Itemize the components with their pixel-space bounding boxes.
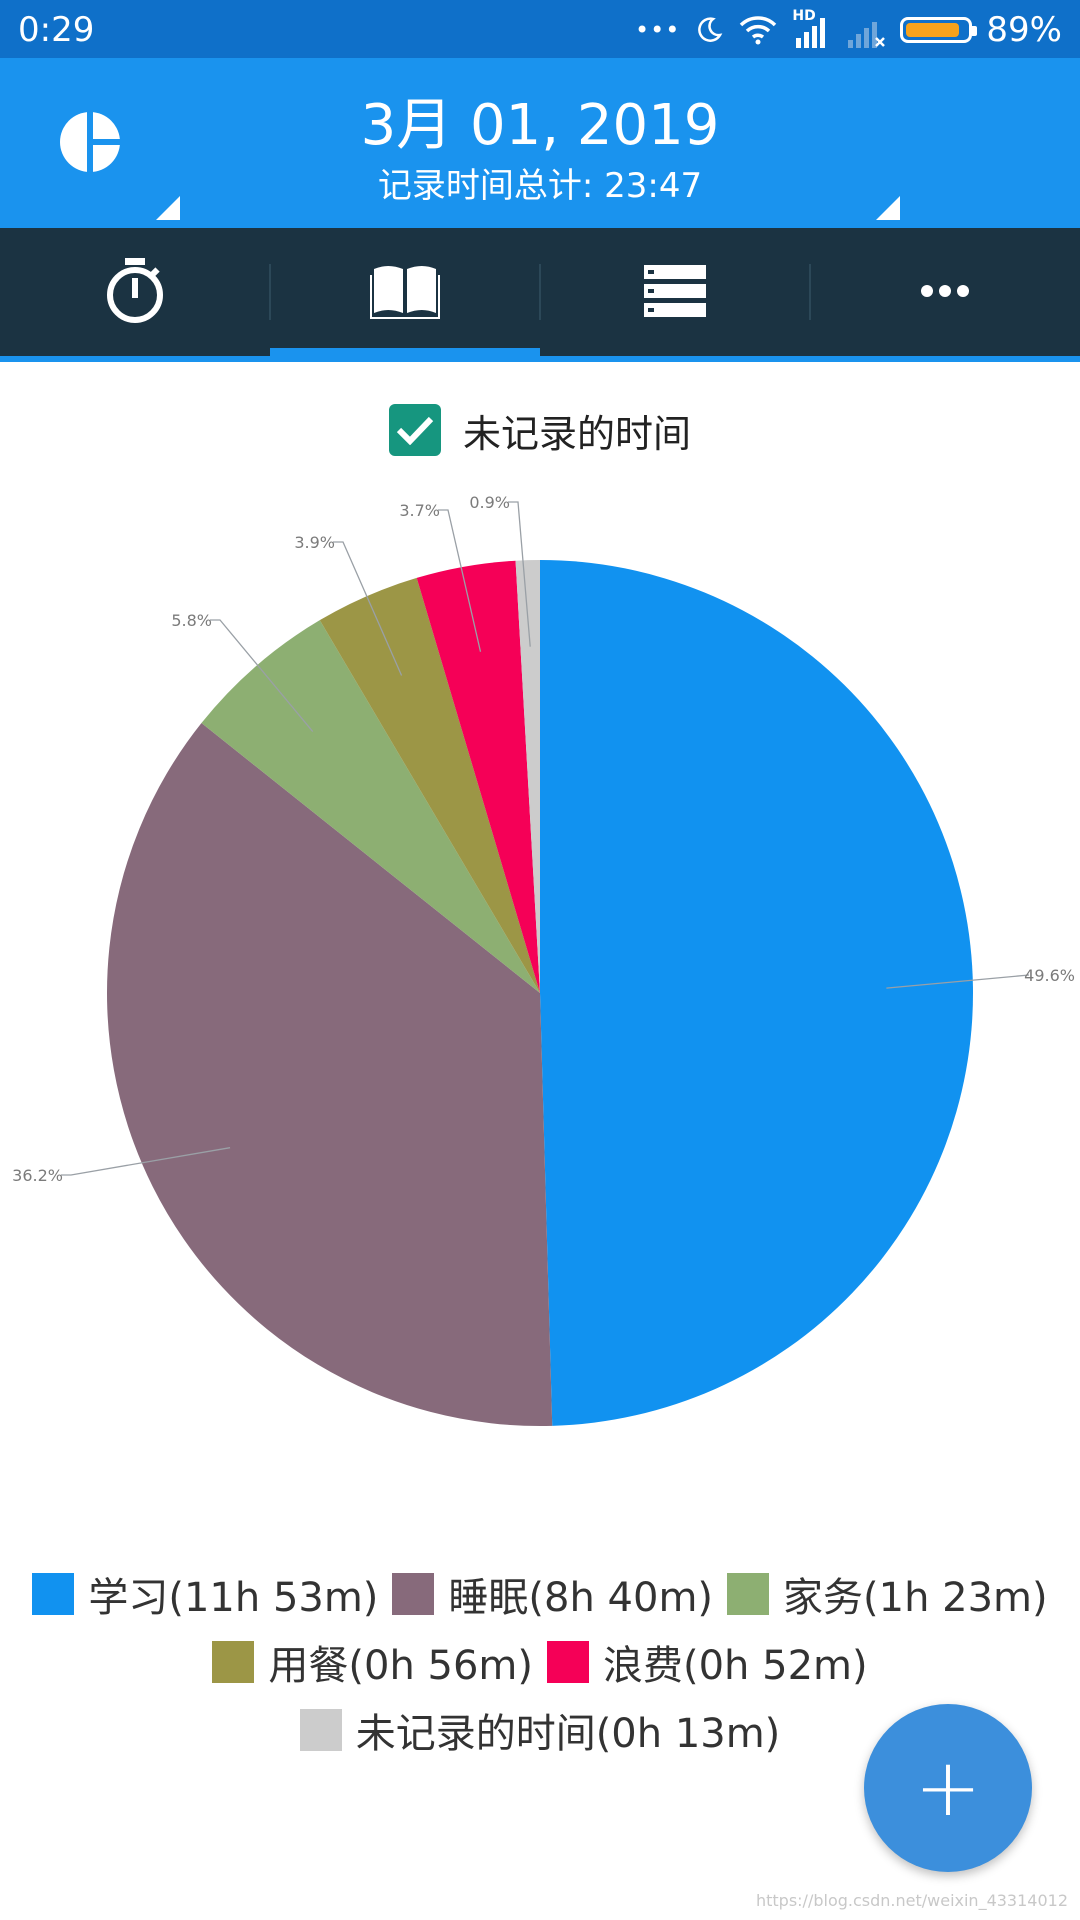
- legend-item: 学习(11h 53m): [32, 1565, 378, 1623]
- legend-label: 睡眠(8h 40m): [448, 1575, 714, 1621]
- pie-slice-label: 3.7%: [399, 501, 440, 520]
- unrecorded-time-label: 未记录的时间: [462, 411, 691, 456]
- dropdown-corner-right-icon[interactable]: [876, 196, 900, 220]
- more-icon: [921, 285, 969, 297]
- tab-bar-bottom-line: [0, 356, 1080, 362]
- status-icons: ••• HD 89%: [635, 8, 1062, 52]
- moon-icon: [698, 17, 723, 42]
- legend-label: 家务(1h 23m): [783, 1575, 1048, 1621]
- legend-swatch: [547, 1641, 589, 1683]
- signal-icon: [796, 18, 826, 48]
- legend-item: 未记录的时间(0h 13m): [299, 1701, 781, 1759]
- legend-swatch: [392, 1573, 435, 1615]
- current-date[interactable]: 3月 01, 2019: [0, 80, 1080, 161]
- legend-label: 未记录的时间(0h 13m): [355, 1711, 781, 1757]
- legend-swatch: [32, 1573, 75, 1615]
- pie-chart[interactable]: 49.6% 36.2% 5.8% 3.9% 3.7% 0.9%: [0, 480, 1080, 1450]
- pie-slice-label: 3.9%: [294, 533, 335, 552]
- app-header: 3月 01, 2019 记录时间总计: 23:47: [0, 58, 1080, 228]
- book-icon: [370, 266, 440, 319]
- legend-item: 用餐(0h 56m): [212, 1633, 533, 1691]
- pie-slice-label: 0.9%: [469, 493, 510, 512]
- checkmark-icon: [396, 416, 434, 445]
- tab-timer[interactable]: [0, 228, 270, 354]
- legend-swatch: [299, 1709, 342, 1751]
- legend-label: 用餐(0h 56m): [268, 1643, 533, 1689]
- legend-label: 学习(11h 53m): [88, 1575, 379, 1621]
- status-bar: 0:29 ••• HD 89%: [0, 0, 1080, 58]
- legend-item: 浪费(0h 52m): [547, 1633, 868, 1691]
- legend-swatch: [727, 1573, 770, 1615]
- pie-slice-label: 5.8%: [171, 611, 212, 630]
- pie-slice-1[interactable]: [540, 560, 974, 1426]
- legend-swatch: [212, 1641, 255, 1683]
- unrecorded-time-checkbox[interactable]: [388, 404, 441, 456]
- battery-icon: [900, 17, 978, 43]
- battery-percent: 89%: [986, 10, 1062, 50]
- battery-fill: [906, 23, 960, 37]
- pie-slice-label: 49.6%: [1024, 966, 1075, 985]
- hd-signal: HD: [792, 8, 832, 48]
- legend-label: 浪费(0h 52m): [603, 1643, 868, 1689]
- signal-no-sim-icon: [848, 22, 886, 48]
- legend-item: 睡眠(8h 40m): [392, 1565, 713, 1623]
- tab-more[interactable]: [810, 228, 1080, 354]
- legend-row: 用餐(0h 56m) 浪费(0h 52m): [0, 1628, 1080, 1696]
- notification-dots-icon: •••: [634, 16, 681, 44]
- tab-bar: [0, 228, 1080, 362]
- tab-journal[interactable]: [270, 228, 540, 354]
- wifi-icon: [740, 16, 777, 45]
- unrecorded-time-filter[interactable]: 未记录的时间: [0, 402, 1080, 458]
- legend-row: 学习(11h 53m) 睡眠(8h 40m) 家务(1h 23m): [0, 1560, 1080, 1628]
- selected-tab-indicator: [270, 348, 540, 356]
- watermark: https://blog.csdn.net/weixin_43314012: [755, 1891, 1068, 1910]
- pie-slice-label: 36.2%: [12, 1166, 63, 1185]
- add-entry-button[interactable]: +: [864, 1704, 1032, 1872]
- status-time: 0:29: [18, 10, 95, 50]
- plus-icon: +: [914, 1741, 982, 1834]
- total-time: 记录时间总计: 23:47: [377, 166, 703, 206]
- stopwatch-icon: [107, 258, 163, 323]
- list-icon: [644, 265, 706, 317]
- legend-item: 家务(1h 23m): [727, 1565, 1048, 1623]
- tab-list[interactable]: [540, 228, 810, 354]
